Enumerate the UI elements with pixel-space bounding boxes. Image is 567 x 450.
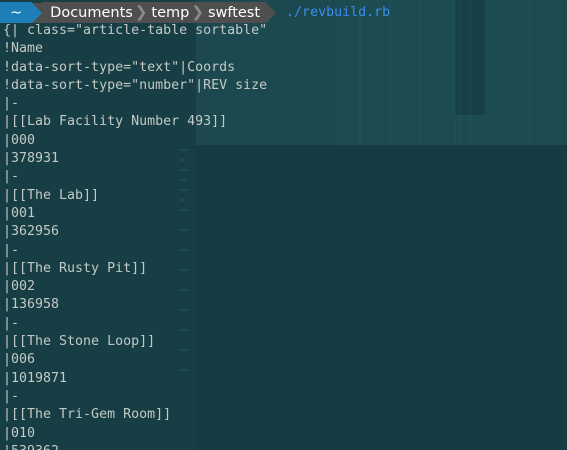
- output-line: |-: [3, 242, 20, 258]
- output-line: |[[The Rusty Pit]]: [3, 260, 148, 276]
- path-segment-label: swftest: [207, 4, 261, 21]
- output-line: |002: [3, 279, 36, 295]
- output-line: |-: [3, 388, 20, 404]
- powerline-arrow-icon: [266, 2, 277, 23]
- path-segment-documents: Documents ❯ temp ❯ swftest: [42, 2, 267, 23]
- output-line: |[[The Lab]]: [3, 187, 100, 203]
- output-line: |136958: [3, 297, 60, 313]
- output-line: {| class="article-table sortable": [3, 23, 268, 38]
- output-line: |[[Lab Facility Number 493]]: [3, 114, 228, 130]
- output-line: |[[The Stone Loop]]: [3, 334, 156, 350]
- output-line: |1019871: [3, 370, 68, 386]
- output-line: |000: [3, 132, 36, 148]
- output-line: !data-sort-type="text"|Coords: [3, 59, 236, 75]
- output-line: |[[The Tri-Gem Room]]: [3, 407, 172, 423]
- path-segment-label: temp: [151, 4, 190, 21]
- shell-prompt: ~ Documents ❯ temp ❯ swftest ./revbuild.…: [0, 2, 390, 23]
- output-line: |-: [3, 96, 20, 112]
- output-line: |010: [3, 425, 36, 441]
- output-line: |539362: [3, 443, 267, 450]
- output-line: |-: [3, 315, 20, 331]
- output-line: |378931: [3, 151, 60, 167]
- output-line: |006: [3, 352, 36, 368]
- output-line: |001: [3, 205, 36, 221]
- chevron-right-icon: ❯: [191, 3, 204, 21]
- home-segment: ~: [0, 2, 33, 23]
- command-text: ./revbuild.rb: [286, 5, 391, 20]
- output-line: !data-sort-type="number"|REV size: [3, 77, 268, 93]
- output-line: |-: [3, 169, 20, 185]
- terminal-output: {| class="article-table sortable" !Name !d…: [3, 22, 267, 450]
- terminal-window[interactable]: ~ Documents ❯ temp ❯ swftest ./revbuild.…: [0, 0, 567, 450]
- powerline-arrow-icon: [32, 2, 43, 23]
- path-segment-label: Documents: [50, 4, 133, 21]
- output-line: !Name: [3, 41, 44, 57]
- chevron-right-icon: ❯: [134, 3, 148, 21]
- output-line: |362956: [3, 224, 60, 240]
